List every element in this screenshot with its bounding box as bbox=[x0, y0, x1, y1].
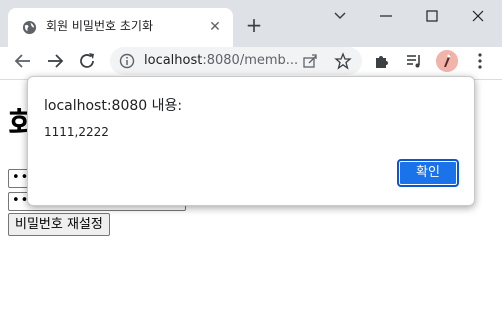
tab-title: 회원 비밀번호 초기화 bbox=[46, 19, 153, 33]
profile-avatar[interactable] bbox=[436, 50, 458, 72]
browser-tab[interactable]: 회원 비밀번호 초기화 ✕ bbox=[8, 8, 233, 47]
address-bar[interactable]: localhost:8080/memb... bbox=[110, 47, 362, 75]
forward-arrow-icon[interactable] bbox=[44, 50, 66, 72]
ok-button[interactable]: 확인 bbox=[397, 159, 459, 187]
info-icon[interactable] bbox=[119, 53, 135, 69]
share-icon[interactable] bbox=[302, 53, 318, 69]
dialog-message: 1111,2222 bbox=[44, 125, 109, 139]
media-control-icon[interactable] bbox=[404, 51, 424, 71]
alert-dialog: localhost:8080 내용: 1111,2222 확인 bbox=[27, 76, 475, 206]
dialog-title: localhost:8080 내용: bbox=[44, 98, 183, 114]
back-arrow-icon[interactable] bbox=[12, 50, 34, 72]
browser-titlebar: 회원 비밀번호 초기화 ✕ + bbox=[0, 0, 502, 47]
url-path: :8080/memb... bbox=[202, 53, 299, 68]
bookmark-star-icon[interactable] bbox=[334, 52, 352, 70]
tab-close-icon[interactable]: ✕ bbox=[207, 19, 223, 35]
url-host: localhost bbox=[144, 53, 203, 68]
new-tab-plus-icon[interactable]: + bbox=[244, 15, 264, 36]
more-menu-icon[interactable] bbox=[472, 51, 488, 71]
tab-search-chevron-icon[interactable] bbox=[328, 6, 352, 26]
reload-icon[interactable] bbox=[76, 50, 98, 72]
browser-toolbar: localhost:8080/memb... bbox=[0, 47, 502, 75]
maximize-icon[interactable] bbox=[420, 6, 444, 26]
minimize-icon[interactable] bbox=[374, 6, 398, 26]
url-text[interactable]: localhost:8080/memb... bbox=[144, 53, 298, 68]
profile-avatar-icon bbox=[436, 50, 458, 72]
globe-icon bbox=[22, 20, 37, 35]
reset-password-button[interactable]: 비밀번호 재설정 bbox=[8, 213, 110, 236]
extensions-puzzle-icon[interactable] bbox=[372, 51, 392, 71]
window-close-icon[interactable] bbox=[466, 6, 490, 26]
